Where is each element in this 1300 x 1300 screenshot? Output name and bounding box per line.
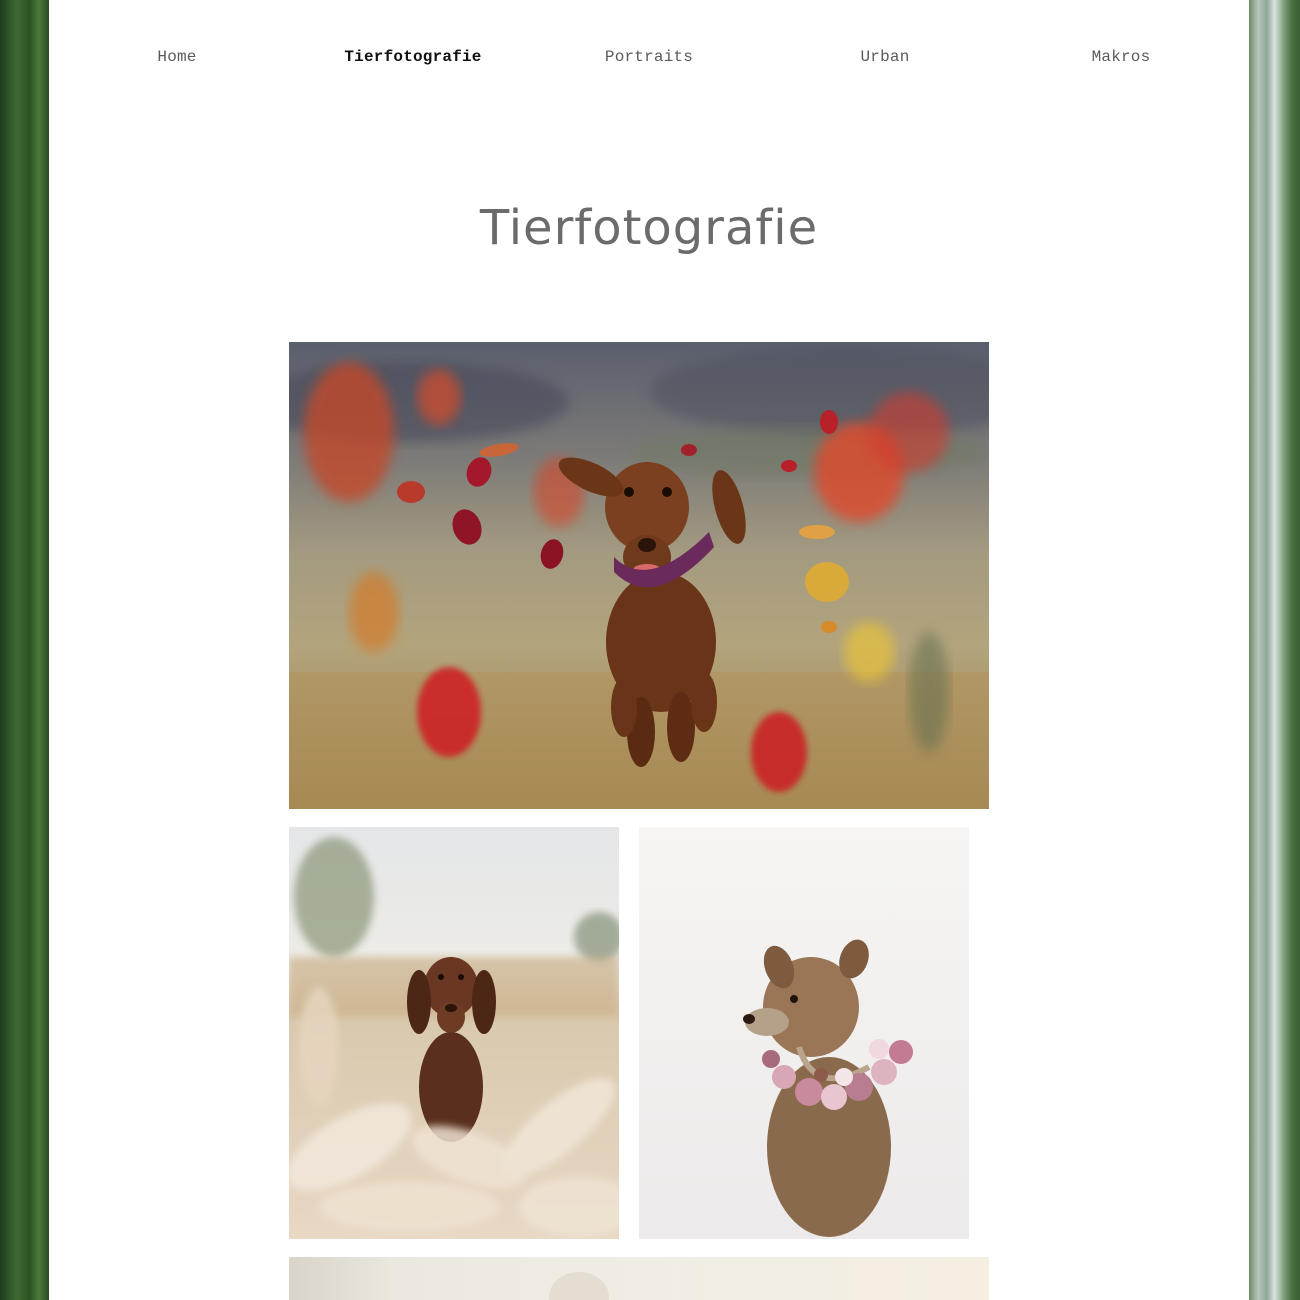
content-page: Home Tierfotografie Portraits Urban Makr… (49, 0, 1249, 1300)
nav-item-urban[interactable]: Urban (860, 48, 909, 66)
partial-image (289, 1257, 989, 1300)
background-left-edge (0, 0, 49, 1300)
gallery-photo-terrier-flowers[interactable] (639, 827, 969, 1239)
gallery-photo-dachshund-running[interactable] (289, 342, 989, 809)
gallery-photo-dachshund-grass[interactable] (289, 827, 619, 1239)
main-navigation: Home Tierfotografie Portraits Urban Makr… (49, 48, 1249, 72)
dachshund-grass-image (289, 827, 619, 1239)
background-right-edge (1249, 0, 1300, 1300)
nav-item-makros[interactable]: Makros (1092, 48, 1151, 66)
page-title: Tierfotografie (479, 200, 819, 257)
dachshund-running-image (289, 342, 989, 809)
nav-item-tierfotografie[interactable]: Tierfotografie (344, 48, 481, 66)
nav-item-portraits[interactable]: Portraits (605, 48, 693, 66)
gallery-photo-partial[interactable] (289, 1257, 989, 1300)
nav-item-home[interactable]: Home (157, 48, 196, 66)
terrier-flowers-image (639, 827, 969, 1239)
